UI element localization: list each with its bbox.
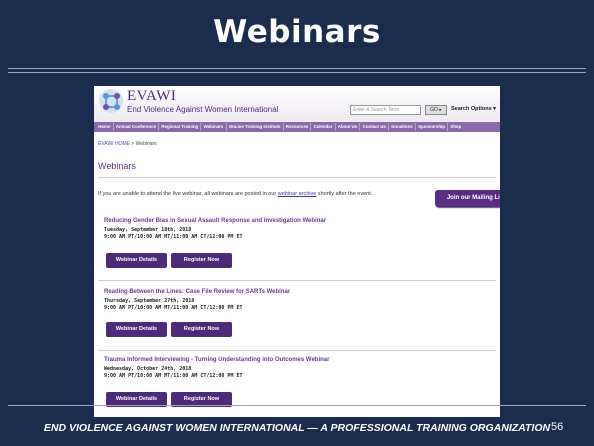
slide-title: Webinars (213, 14, 381, 50)
breadcrumb-current: Webinars (135, 141, 157, 147)
search-options-link[interactable]: Search Options ▾ (451, 106, 496, 112)
footer-divider (8, 405, 586, 406)
event-date: Tuesday, September 18th, 2018 (104, 227, 192, 233)
breadcrumb: EVAWI HOME > Webinars (98, 141, 157, 147)
nav-item-annual-conference[interactable]: Annual Conference (114, 123, 160, 131)
webinar-archive-link[interactable]: webinar archive (278, 191, 317, 197)
website-screenshot: EVAWI End Violence Against Women Interna… (94, 86, 500, 417)
search-input[interactable]: Enter A Search Term (350, 105, 421, 115)
register-now-button[interactable]: Register Now (171, 322, 232, 337)
breadcrumb-home-link[interactable]: EVAWI HOME (98, 141, 130, 147)
event-divider (98, 350, 496, 351)
event-time: 9:00 AM PT/10:00 AM MT/11:00 AM CT/12:00… (104, 234, 243, 240)
title-divider-top (8, 68, 586, 69)
nav-item-resources[interactable]: Resources (284, 123, 312, 131)
nav-item-calendar[interactable]: Calendar (311, 123, 336, 131)
nav-item-webinars[interactable]: Webinars (201, 123, 227, 131)
webinar-details-button[interactable]: Webinar Details (106, 253, 167, 268)
site-brand-subtitle: End Violence Against Women International (127, 105, 279, 114)
heading-divider (98, 177, 496, 178)
join-mailing-list-button[interactable]: Join our Mailing List (435, 190, 500, 207)
event-title[interactable]: Reducing Gender Bias in Sexual Assault R… (104, 218, 326, 224)
nav-item-online-training-institute[interactable]: OnLine Training Institute (227, 123, 284, 131)
site-header: EVAWI End Violence Against Women Interna… (94, 86, 500, 122)
nav-item-about-us[interactable]: About Us (336, 123, 361, 131)
event-title[interactable]: Trauma Informed Interviewing - Turning U… (104, 357, 329, 363)
evawi-logo-icon (99, 89, 123, 113)
intro-text-start: If you are unable to attend the live web… (98, 191, 278, 197)
page-heading: Webinars (98, 161, 136, 171)
event-date: Wednesday, October 24th, 2018 (104, 366, 192, 372)
slide-footer: END VIOLENCE AGAINST WOMEN INTERNATIONAL… (43, 422, 551, 434)
main-nav: Home Annual Conference Regional Training… (94, 122, 500, 132)
nav-item-regional-training[interactable]: Regional Training (159, 123, 202, 131)
nav-item-contact-us[interactable]: Contact Us (360, 123, 390, 131)
site-brand[interactable]: EVAWI (127, 89, 176, 104)
search-go-button[interactable]: GO ▸ (425, 105, 447, 115)
intro-text: If you are unable to attend the live web… (98, 190, 430, 198)
event-time: 9:00 AM PT/10:00 AM MT/11:00 AM CT/12:00… (104, 305, 243, 311)
event-divider (98, 280, 496, 281)
register-now-button[interactable]: Register Now (171, 253, 232, 268)
nav-item-sponsorship[interactable]: Sponsorship (416, 123, 449, 131)
event-date: Thursday, September 27th, 2018 (104, 298, 195, 304)
nav-item-home[interactable]: Home (96, 123, 114, 131)
title-divider-bottom (8, 72, 586, 73)
slide-page-number: 56 (551, 421, 564, 433)
nav-item-donations[interactable]: Donations (389, 123, 416, 131)
event-time: 9:00 AM PT/10:00 AM MT/11:00 AM CT/12:00… (104, 373, 243, 379)
event-title[interactable]: Reading Between the Lines: Case File Rev… (104, 289, 290, 295)
webinar-details-button[interactable]: Webinar Details (106, 322, 167, 337)
intro-text-end: shortly after the event. (316, 191, 373, 197)
nav-item-shop[interactable]: Shop (448, 123, 463, 131)
